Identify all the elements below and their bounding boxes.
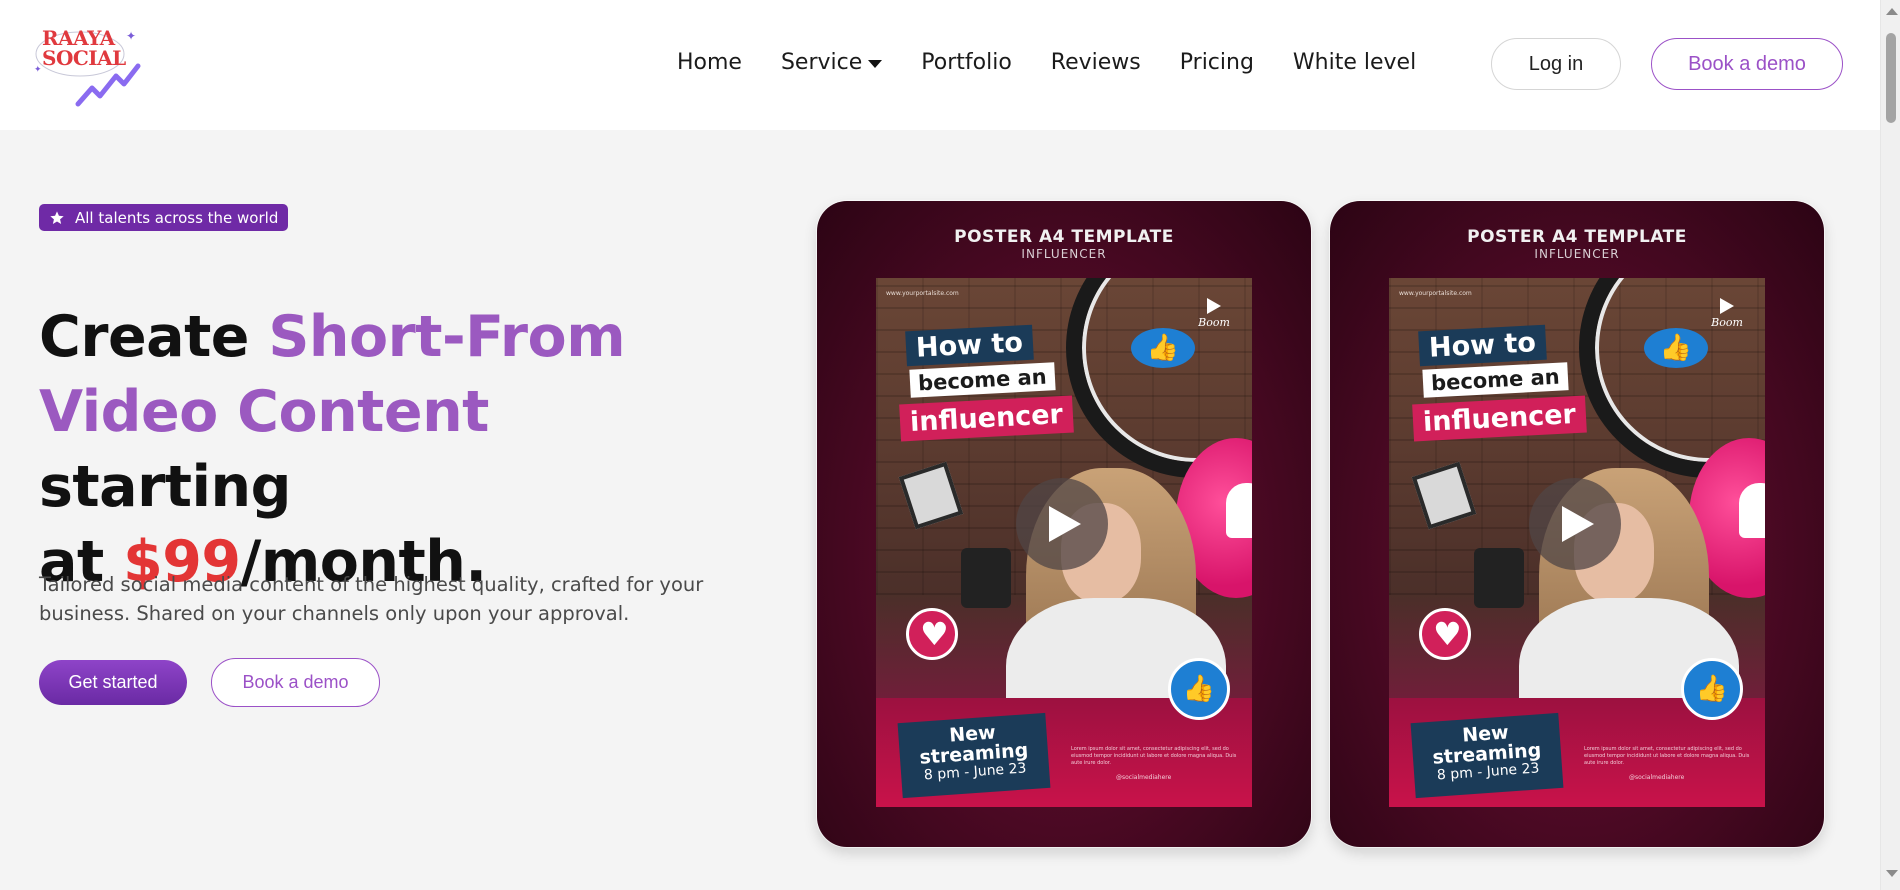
nav-portfolio[interactable]: Portfolio [921,50,1012,75]
poster-title: POSTER A4 TEMPLATE [954,227,1174,247]
video-card-2[interactable]: POSTER A4 TEMPLATE INFLUENCER www.yourpo… [1330,201,1824,847]
poster-body-text: Lorem ipsum dolor sit amet, consectetur … [1584,746,1750,766]
nav-service[interactable]: Service [780,50,883,75]
nav-home[interactable]: Home [677,50,742,75]
main-nav: Home Service Portfolio Reviews Pricing W… [677,50,1416,75]
brand-logo[interactable]: ✦ ✦ RAAYA SOCIAL [34,26,144,108]
book-demo-header-button[interactable]: Book a demo [1651,38,1843,90]
poster-title: POSTER A4 TEMPLATE [1467,227,1687,247]
play-button[interactable] [1529,478,1621,570]
star-icon [50,210,64,224]
poster-handle: @socialmediahere [1116,774,1172,781]
phone-on-tripod-image [961,548,1011,608]
streaming-tag: New streaming 8 pm - June 23 [897,712,1051,799]
thumbs-up-icon [1168,658,1230,720]
nav-service-label: Service [780,50,863,75]
nav-white-level[interactable]: White level [1293,50,1416,75]
poster-url: www.yourportalsite.com [1399,290,1472,297]
like-reaction-icon [1644,328,1708,368]
heart-reaction-icon [906,608,958,660]
logo-wordmark: RAAYA SOCIAL [42,28,126,68]
play-button[interactable] [1016,478,1108,570]
headline-short-form: Short-From [268,304,626,370]
video-card-1[interactable]: POSTER A4 TEMPLATE INFLUENCER www.yourpo… [817,201,1311,847]
logo-line-2: SOCIAL [42,46,126,70]
page: ✦ ✦ RAAYA SOCIAL Home Service Portfolio … [0,0,1900,890]
headline-video-content: Video Content [39,379,489,445]
poster-tag-how-to: How to [1418,324,1547,367]
poster-subtitle: INFLUENCER [1534,247,1620,261]
site-header: ✦ ✦ RAAYA SOCIAL Home Service Portfolio … [0,0,1880,130]
logo-line-1: RAAYA [42,26,115,50]
poster-handle: @socialmediahere [1629,774,1685,781]
caret-down-icon [868,59,883,68]
hero-subtext: Tailored social media content of the hig… [39,573,704,625]
streaming-tag: New streaming 8 pm - June 23 [1410,712,1564,799]
play-icon [1049,506,1081,542]
scroll-up-arrow-icon[interactable] [1886,8,1898,15]
headline-starting: starting [39,454,291,520]
like-reaction-icon [1131,328,1195,368]
headline-part-create: Create [39,304,269,370]
poster-tag-how-to: How to [905,324,1034,367]
hero-headline: Create Short-From Video Content starting… [39,300,739,600]
page-scrollbar[interactable] [1880,0,1900,890]
nav-reviews[interactable]: Reviews [1051,50,1141,75]
login-button[interactable]: Log in [1491,38,1621,90]
svg-text:✦: ✦ [34,65,42,75]
scroll-down-arrow-icon[interactable] [1886,870,1898,877]
poster-body-text: Lorem ipsum dolor sit amet, consectetur … [1071,746,1237,766]
svg-text:✦: ✦ [126,29,136,43]
poster-url: www.yourportalsite.com [886,290,959,297]
poster-image: www.yourportalsite.com Boom How to becom… [1389,278,1765,807]
poster-subtitle: INFLUENCER [1021,247,1107,261]
play-icon [1562,506,1594,542]
boom-logo-icon: Boom [1194,298,1234,338]
phone-on-tripod-image [1474,548,1524,608]
get-started-button[interactable]: Get started [39,660,187,705]
book-demo-hero-button[interactable]: Book a demo [211,658,380,707]
nav-pricing[interactable]: Pricing [1180,50,1254,75]
boom-logo-icon: Boom [1707,298,1747,338]
badge-text: All talents across the world [75,208,279,227]
heart-reaction-icon [1419,608,1471,660]
talent-badge: All talents across the world [39,204,289,231]
thumbs-up-icon [1681,658,1743,720]
scrollbar-thumb[interactable] [1886,33,1896,123]
poster-image: www.yourportalsite.com Boom How to becom… [876,278,1252,807]
